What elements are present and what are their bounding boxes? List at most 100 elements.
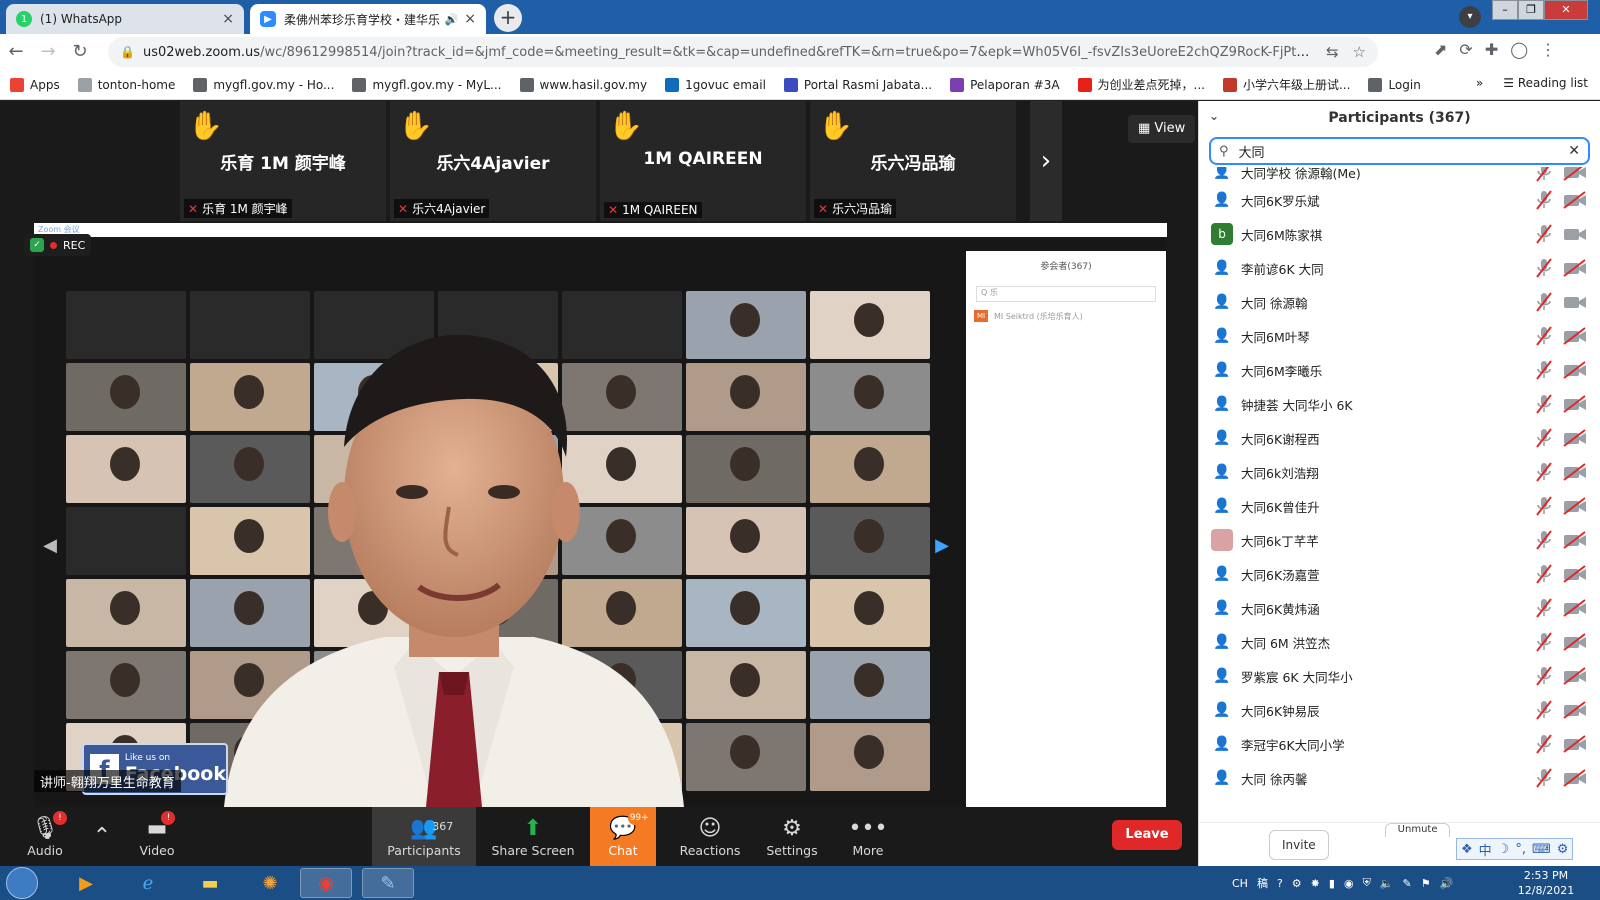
tab-zoom-meeting[interactable]: ▶ 柔佛州苯珍乐育学校・建华乐 🔊 × [250,4,486,34]
participant-row[interactable]: 👤 大同6M叶琴 [1199,319,1600,353]
camera-off-icon[interactable] [1563,167,1587,181]
lock-icon[interactable]: 🔒 [120,45,135,59]
participants-button[interactable]: 👥 367 Participants [372,807,476,866]
close-window-button[interactable]: ✕ [1544,0,1588,20]
muted-mic-icon[interactable] [1535,598,1553,618]
muted-mic-icon[interactable] [1535,564,1553,584]
muted-mic-icon[interactable] [1535,428,1553,448]
camera-off-icon[interactable] [1563,735,1587,753]
camera-off-icon[interactable] [1563,599,1587,617]
tray-shield-icon[interactable]: ⛨ [1363,876,1371,890]
ie-task[interactable]: ℯ [122,868,174,898]
address-bar[interactable]: 🔒 us02web.zoom.us/wc/89612998514/join?tr… [108,37,1378,67]
extension-icon[interactable]: ⬈ [1434,40,1447,59]
muted-mic-icon[interactable] [1535,224,1553,244]
system-clock[interactable]: 2:53 PM 12/8/2021 [1506,868,1586,898]
participant-search-input[interactable] [1238,143,1569,159]
app-task[interactable]: ✺ [244,868,296,898]
bookmark-star-icon[interactable]: ☆ [1353,43,1366,61]
input-language[interactable]: CH [1232,877,1248,890]
chrome-task[interactable]: ◉ [300,868,352,898]
muted-mic-icon[interactable] [1535,292,1553,312]
audio-button[interactable]: 🎙! Audio [22,807,68,866]
participant-row[interactable]: 👤 大同6k刘浩翔 [1199,455,1600,489]
bookmark-item[interactable]: Portal Rasmi Jabata... [783,77,932,92]
participant-row[interactable]: 👤 大同6K罗乐斌 [1199,183,1600,217]
tray-app-icon[interactable]: ⚙ [1292,877,1302,890]
start-button[interactable] [6,867,38,899]
muted-mic-icon[interactable] [1535,700,1553,720]
bookmark-item[interactable]: Login [1368,77,1421,92]
ime-tray-icon[interactable]: 稿 [1257,875,1268,891]
bookmark-item[interactable]: Pelaporan #3A [950,77,1060,92]
tray-orange-icon[interactable]: ✸ [1311,877,1320,890]
tab-whatsapp[interactable]: 1 (1) WhatsApp × [6,4,244,34]
network-signal-icon[interactable]: ▮ [1329,877,1335,890]
muted-mic-icon[interactable] [1535,462,1553,482]
participant-row[interactable]: 👤 大同6K汤嘉萱 [1199,557,1600,591]
participant-row[interactable]: 👤 大同6K钟易辰 [1199,693,1600,727]
participant-row[interactable]: 👤 大同6K黄炜涵 [1199,591,1600,625]
bookmark-item[interactable]: 1govuc email [665,77,766,92]
muted-mic-icon[interactable] [1535,496,1553,516]
bookmark-item[interactable]: 为创业差点死掉，... [1077,76,1205,93]
camera-off-icon[interactable] [1563,633,1587,651]
muted-mic-icon[interactable] [1535,632,1553,652]
muted-mic-icon[interactable] [1535,167,1553,182]
volume-icon[interactable]: 🔈 [1380,877,1394,890]
chat-button[interactable]: 💬 99+ Chat [590,807,656,866]
muted-mic-icon[interactable] [1535,734,1553,754]
gallery-tile[interactable]: ✋ 1M QAIREEN ✕ 1M QAIREEN [600,101,806,221]
participant-row[interactable]: 👤 大同学校 徐源翰(Me) [1199,167,1600,183]
bookmark-item[interactable]: mygfl.gov.my - Ho... [193,77,334,92]
camera-on-icon[interactable] [1563,225,1587,243]
settings-button[interactable]: ⚙ Settings [766,807,818,866]
tab-close-icon[interactable]: × [222,11,234,27]
bookmarks-overflow-button[interactable]: » [1476,76,1483,90]
camera-off-icon[interactable] [1563,531,1587,549]
gallery-tile[interactable]: ✋ 乐六4Ajavier ✕ 乐六4Ajavier [390,101,596,221]
muted-mic-icon[interactable] [1535,190,1553,210]
camera-on-icon[interactable] [1563,293,1587,311]
invite-button[interactable]: Invite [1269,829,1329,860]
muted-mic-icon[interactable] [1535,768,1553,788]
participant-row[interactable]: 👤 李前谚6K 大同 [1199,251,1600,285]
camera-off-icon[interactable] [1563,463,1587,481]
participant-row[interactable]: 👤 大同6M李曦乐 [1199,353,1600,387]
collapse-chevron-icon[interactable]: ⌄ [1209,109,1219,123]
maximize-button[interactable]: ❐ [1518,0,1544,20]
ime-chinese-mode[interactable]: 中 [1479,840,1492,859]
profile-avatar-icon[interactable]: ◯ [1510,40,1528,59]
video-button[interactable]: ▬! Video [132,807,182,866]
kebab-menu-icon[interactable]: ⋮ [1540,40,1556,59]
participant-row[interactable]: 👤 李冠宇6K大同小学 [1199,727,1600,761]
muted-mic-icon[interactable] [1535,666,1553,686]
back-arrow-icon[interactable]: ← [0,36,32,68]
action-center-flag-icon[interactable]: ⚑ [1421,877,1431,890]
camera-off-icon[interactable] [1563,395,1587,413]
reading-list-button[interactable]: ☰ Reading list [1503,76,1588,90]
participant-row[interactable]: 👤 大同 徐源翰 [1199,285,1600,319]
camera-off-icon[interactable] [1563,259,1587,277]
participant-row[interactable]: b 大同6M陈家祺 [1199,217,1600,251]
participant-row[interactable]: 👤 大同 徐丙馨 [1199,761,1600,795]
gallery-tile[interactable]: ✋ 乐育 1M 颜宇峰 ✕ 乐育 1M 颜宇峰 [180,101,386,221]
participant-row[interactable]: 大同6k丁芊芊 [1199,523,1600,557]
reload-icon[interactable]: ↻ [64,36,96,68]
bookmark-item[interactable]: Apps [10,77,60,92]
participant-row[interactable]: 👤 大同6K谢程西 [1199,421,1600,455]
muted-mic-icon[interactable] [1535,258,1553,278]
camera-off-icon[interactable] [1563,497,1587,515]
leave-button[interactable]: Leave [1112,820,1182,850]
tab-search-icon[interactable]: ▾ [1459,6,1481,28]
bookmark-item[interactable]: 小学六年级上册试... [1223,76,1350,93]
bookmark-item[interactable]: www.hasil.gov.my [519,77,647,92]
camera-off-icon[interactable] [1563,429,1587,447]
audio-options-button[interactable]: ⌃ [88,807,116,866]
speaker-icon[interactable]: 🔊 [1440,877,1454,890]
reactions-button[interactable]: ☺ Reactions [670,807,750,866]
minimize-button[interactable]: – [1492,0,1518,20]
more-button[interactable]: ••• More [846,807,890,866]
paint-task[interactable]: ✎ [362,868,414,898]
forward-arrow-icon[interactable]: → [32,36,64,68]
